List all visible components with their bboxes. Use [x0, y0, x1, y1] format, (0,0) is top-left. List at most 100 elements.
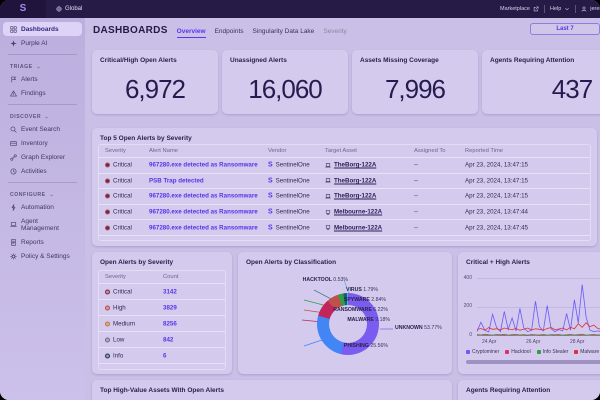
- alert-name-link[interactable]: 967280.exe detected as Ransomware: [149, 209, 258, 216]
- sidebar-item-inventory[interactable]: Inventory: [3, 136, 82, 150]
- pie-label-value: 0.53%: [333, 277, 348, 283]
- sidebar-item-agent-management[interactable]: Agent Management: [3, 214, 82, 235]
- sidebar-item-dashboards[interactable]: Dashboards: [3, 22, 82, 36]
- sidebar-item-alerts[interactable]: Alerts: [3, 72, 82, 86]
- vendor-label: SentinelOne: [276, 224, 310, 231]
- agents-icon: [10, 221, 17, 228]
- severity-cell: High: [105, 304, 126, 311]
- legend-swatch: [505, 350, 509, 354]
- severity-count-link[interactable]: 3142: [163, 288, 177, 295]
- findings-icon: [10, 90, 17, 97]
- target-asset-link[interactable]: TheBorg-122A: [334, 177, 376, 184]
- target-asset-link[interactable]: TheBorg-122A: [334, 193, 376, 200]
- column-header[interactable]: Assigned To: [414, 148, 445, 154]
- metric-card-critical-high-open-alerts: Critical/High Open Alerts6,972: [92, 50, 218, 114]
- sidebar-section-configure[interactable]: CONFIGURE: [0, 187, 85, 200]
- target-asset-link[interactable]: Melbourne-122A: [334, 224, 382, 231]
- legend-item-info-stealer[interactable]: Info Stealer: [537, 349, 569, 355]
- vendor-cell: SSentinelOne: [268, 209, 310, 216]
- column-header[interactable]: Alert Name: [149, 148, 178, 154]
- column-header[interactable]: Target Asset: [325, 148, 357, 154]
- legend-swatch: [537, 350, 541, 354]
- time-range-button[interactable]: Last 7: [530, 23, 600, 35]
- assigned-to-cell: --: [414, 224, 418, 231]
- top-alerts-table: Severity Alert Name Vendor Target Asset Assi…: [98, 144, 591, 241]
- user-email[interactable]: jeremy@sentin...: [590, 6, 600, 12]
- marketplace-link[interactable]: Marketplace: [500, 6, 530, 12]
- severity-count-link[interactable]: 6: [163, 352, 166, 359]
- tab-severity[interactable]: Severity: [323, 28, 346, 38]
- sidebar-item-automation[interactable]: Automation: [3, 200, 82, 214]
- reported-time-cell: Apr 23, 2024, 13:47:15: [465, 162, 528, 169]
- metric-card-unassigned-alerts: Unassigned Alerts16,060: [222, 50, 348, 114]
- target-asset-cell: TheBorg-122A: [325, 193, 376, 200]
- column-header[interactable]: Vendor: [268, 148, 286, 154]
- alert-name-link[interactable]: PSB Trap detected: [149, 177, 204, 184]
- desktop-icon: [325, 209, 331, 215]
- severity-info-icon: [105, 353, 110, 358]
- sidebar-item-graph-explorer[interactable]: Graph Explorer: [3, 150, 82, 164]
- pie-label-value: 2.84%: [371, 297, 386, 303]
- series-cryptominer: [477, 285, 600, 332]
- sidebar-item-activities[interactable]: Activities: [3, 164, 82, 178]
- y-tick: 200: [460, 303, 472, 309]
- sidebar-item-policy-settings[interactable]: Policy & Settings: [3, 249, 82, 263]
- severity-label: Critical: [113, 209, 132, 216]
- tab-singularity-data-lake[interactable]: Singularity Data Lake: [253, 28, 315, 38]
- sentinelone-vendor-icon: S: [268, 177, 273, 184]
- sidebar-item-reports[interactable]: Reports: [3, 235, 82, 249]
- chart-legend: Cryptominer Hacktool Info Stealer Malware: [466, 349, 599, 355]
- sidebar-section-triage[interactable]: TRIAGE: [0, 59, 85, 72]
- legend-item-hacktool[interactable]: Hacktool: [505, 349, 530, 355]
- card-title: Critical + High Alerts: [466, 259, 530, 266]
- sidebar-item-event-search[interactable]: Event Search: [3, 122, 82, 136]
- horizontal-scrollbar[interactable]: [466, 360, 600, 364]
- severity-low-icon: [105, 337, 110, 342]
- tab-endpoints[interactable]: Endpoints: [215, 28, 244, 38]
- sidebar-item-findings[interactable]: Findings: [3, 86, 82, 100]
- alert-name-link[interactable]: 967280.exe detected as Ransomware: [149, 162, 258, 169]
- sidebar-item-label: Policy & Settings: [21, 253, 70, 260]
- classification-card: Open Alerts by Classification UNKNOWN 53…: [238, 252, 452, 374]
- sidebar-item-purple-ai[interactable]: Purple AI: [3, 36, 82, 50]
- metric-title: Assets Missing Coverage: [360, 57, 439, 64]
- severity-count-link[interactable]: 8256: [163, 320, 177, 327]
- severity-cell: Critical: [105, 193, 132, 200]
- severity-count-link[interactable]: 842: [163, 336, 173, 343]
- top-bar: S Global Marketplace Help jeremy@sentin.…: [0, 0, 600, 18]
- sentinelone-logo[interactable]: S: [0, 0, 46, 18]
- help-menu[interactable]: Help: [550, 6, 561, 12]
- scope-label: Global: [65, 6, 82, 12]
- pie-label-virus: VIRUS 1.79%: [346, 287, 378, 293]
- tab-overview[interactable]: Overview: [177, 28, 206, 38]
- severity-critical-icon: [105, 178, 110, 183]
- alert-name-link[interactable]: 967280.exe detected as Ransomware: [149, 193, 258, 200]
- alert-name-link[interactable]: 967280.exe detected as Ransomware: [149, 224, 258, 231]
- sidebar-item-label: Findings: [21, 90, 46, 97]
- legend-swatch: [574, 350, 578, 354]
- legend-item-malware[interactable]: Malware: [574, 349, 599, 355]
- pie-label-value: 9.18%: [375, 317, 390, 323]
- column-header[interactable]: Severity: [105, 274, 126, 280]
- metric-title: Critical/High Open Alerts: [100, 57, 177, 64]
- pie-label-value: 25.56%: [370, 343, 388, 349]
- column-header[interactable]: Reported Time: [465, 148, 503, 154]
- target-asset-link[interactable]: Melbourne-122A: [334, 209, 382, 216]
- sidebar-section-discover[interactable]: DISCOVER: [0, 109, 85, 122]
- card-title: Top High-Value Assets With Open Alerts: [100, 387, 224, 394]
- target-asset-cell: Melbourne-122A: [325, 224, 382, 231]
- desktop-icon: [325, 225, 331, 231]
- scope-selector[interactable]: Global: [56, 0, 82, 18]
- severity-count-link[interactable]: 3829: [163, 304, 177, 311]
- column-header[interactable]: Count: [163, 274, 178, 280]
- severity-summary-row: Critical3142: [99, 284, 225, 300]
- target-asset-cell: TheBorg-122A: [325, 177, 376, 184]
- metric-value: 7,996: [352, 74, 478, 105]
- target-asset-link[interactable]: TheBorg-122A: [334, 162, 376, 169]
- card-title: Open Alerts by Severity: [100, 259, 173, 266]
- x-tick: 24 Apr: [482, 339, 496, 345]
- main-content: DASHBOARDS OverviewEndpointsSingularity …: [85, 18, 600, 400]
- column-header[interactable]: Severity: [105, 148, 126, 154]
- legend-item-cryptominer[interactable]: Cryptominer: [466, 349, 499, 355]
- globe-icon: [56, 6, 62, 12]
